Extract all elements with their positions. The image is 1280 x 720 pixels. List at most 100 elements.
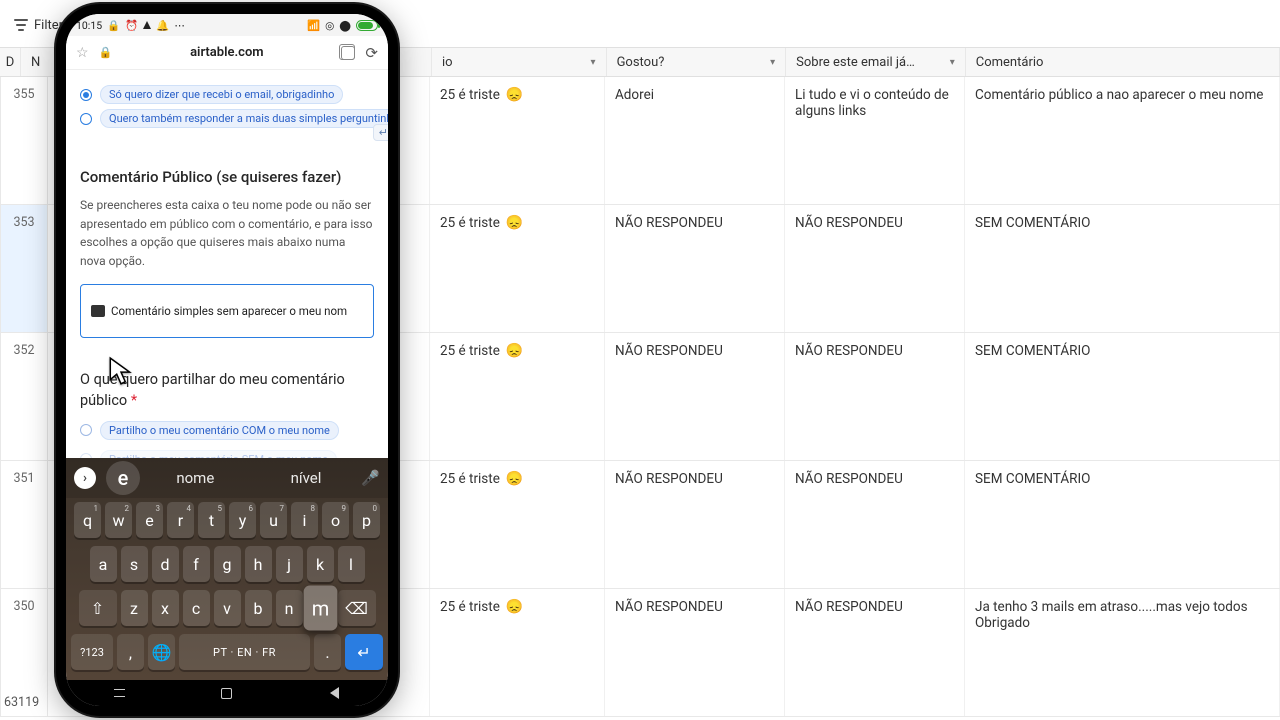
key-space[interactable]: PT · EN · FR — [179, 634, 310, 670]
key-l[interactable]: l — [338, 546, 365, 582]
suggestion-primary[interactable]: e — [106, 461, 140, 495]
keyboard-row-1: q1w2e3r4t5y6u7i8o9p0 — [66, 498, 388, 542]
radio-checked-icon — [80, 89, 92, 101]
key-enter[interactable]: ↵ — [345, 634, 383, 670]
cell-comentario: Comentário público a nao aparecer o meu … — [965, 77, 1280, 204]
col-io[interactable]: io▾ — [432, 48, 607, 76]
key-a[interactable]: a — [90, 546, 117, 582]
option-label: Partilho o meu comentário COM o meu nome — [100, 421, 339, 440]
key-k[interactable]: k — [307, 546, 334, 582]
expand-icon[interactable]: › — [74, 467, 96, 489]
bell-icon: 🔔 — [156, 19, 169, 32]
key-m[interactable]: m — [303, 586, 337, 631]
section-helptext: Se preencheres esta caixa o teu nome pod… — [80, 196, 374, 270]
enter-hint-icon: ↵ — [373, 124, 388, 141]
row-number: 352 — [0, 333, 48, 460]
key-c[interactable]: c — [183, 590, 210, 626]
key-u[interactable]: u7 — [260, 502, 287, 538]
nav-home-icon[interactable] — [218, 687, 236, 699]
key-f[interactable]: f — [183, 546, 210, 582]
suggestion-word[interactable]: nível — [251, 469, 362, 487]
key-z[interactable]: z — [121, 590, 148, 626]
chevron-down-icon: ▾ — [950, 57, 955, 68]
nav-recent-icon[interactable] — [111, 687, 129, 699]
option-label: Partilho o meu comentário SEM o meu nome — [100, 450, 337, 458]
key-s[interactable]: s — [121, 546, 148, 582]
cell-gostou: NÃO RESPONDEU — [605, 205, 785, 332]
col-comentario[interactable]: Comentário — [966, 48, 1280, 76]
radio-option-2[interactable]: Quero também responder a mais duas simpl… — [80, 109, 374, 128]
nav-back-icon[interactable] — [325, 687, 343, 699]
cell-gostou: NÃO RESPONDEU — [605, 589, 785, 716]
cell-io: 25 é triste😞 — [430, 333, 605, 460]
option-label: Só quero dizer que recebi o email, obrig… — [100, 85, 343, 104]
key-g[interactable]: g — [214, 546, 241, 582]
nfc-icon: ◎ — [325, 19, 334, 32]
tabs-icon[interactable] — [341, 46, 355, 60]
key-w[interactable]: w2 — [105, 502, 132, 538]
sad-emoji-icon: 😞 — [506, 343, 523, 359]
share-option-1[interactable]: Partilho o meu comentário COM o meu nome — [80, 421, 374, 440]
option-label: Quero também responder a mais duas simpl… — [100, 109, 388, 128]
key-n[interactable]: n — [276, 590, 303, 626]
key-q[interactable]: q1 — [74, 502, 101, 538]
key-t[interactable]: t5 — [198, 502, 225, 538]
key-backspace[interactable]: ⌫ — [338, 590, 376, 626]
section-heading: Comentário Público (se quiseres fazer) — [80, 168, 374, 186]
key-y[interactable]: y6 — [229, 502, 256, 538]
cell-sobre: NÃO RESPONDEU — [785, 333, 965, 460]
cell-sobre: NÃO RESPONDEU — [785, 589, 965, 716]
key-e[interactable]: e3 — [136, 502, 163, 538]
row-number: 353 — [0, 205, 48, 332]
key-h[interactable]: h — [245, 546, 272, 582]
globe-icon[interactable]: 🌐 — [148, 634, 175, 670]
cell-sobre: NÃO RESPONDEU — [785, 461, 965, 588]
key-d[interactable]: d — [152, 546, 179, 582]
keyboard-icon — [91, 305, 105, 317]
mic-icon[interactable]: 🎤 — [361, 469, 380, 487]
key-j[interactable]: j — [276, 546, 303, 582]
row-number: 355 — [0, 77, 48, 204]
cell-comentario: SEM COMENTÁRIO — [965, 461, 1280, 588]
key-comma[interactable]: , — [117, 634, 144, 670]
radio-option-1[interactable]: Só quero dizer que recebi o email, obrig… — [80, 85, 374, 104]
android-navbar — [66, 680, 388, 706]
key-shift[interactable]: ⇧ — [79, 590, 117, 626]
col-sobre[interactable]: Sobre este email já…▾ — [786, 48, 966, 76]
radio-unchecked-icon — [80, 424, 92, 436]
sad-emoji-icon: 😞 — [506, 215, 523, 231]
cell-io: 25 é triste😞 — [430, 205, 605, 332]
key-v[interactable]: v — [214, 590, 241, 626]
cell-io: 25 é triste😞 — [430, 589, 605, 716]
airtable-form: Só quero dizer que recebi o email, obrig… — [66, 70, 388, 458]
keyboard-suggestions: › e nome nível 🎤 — [66, 458, 388, 498]
key-r[interactable]: r4 — [167, 502, 194, 538]
keyboard-row-2: asdfghjkl — [66, 542, 388, 586]
wifi-icon: ⬤ — [339, 19, 351, 32]
comment-textbox[interactable] — [80, 284, 374, 338]
sad-emoji-icon: 😞 — [506, 599, 523, 615]
key-numlock[interactable]: ?123 — [71, 634, 113, 670]
cell-gostou: NÃO RESPONDEU — [605, 333, 785, 460]
reload-icon[interactable]: ⟳ — [365, 44, 378, 62]
required-asterisk: * — [131, 392, 137, 409]
key-x[interactable]: x — [152, 590, 179, 626]
key-o[interactable]: o9 — [322, 502, 349, 538]
comment-input[interactable] — [111, 304, 363, 318]
col-gostou[interactable]: Gostou?▾ — [607, 48, 787, 76]
bookmark-icon[interactable]: ☆ — [76, 45, 89, 61]
sad-emoji-icon: 😞 — [506, 471, 523, 487]
cell-gostou: NÃO RESPONDEU — [605, 461, 785, 588]
key-i[interactable]: i8 — [291, 502, 318, 538]
suggestion-word[interactable]: nome — [140, 469, 251, 487]
share-option-2[interactable]: Partilho o meu comentário SEM o meu nome — [80, 450, 374, 458]
browser-url-bar[interactable]: ☆ 🔒 airtable.com ⟳ — [66, 36, 388, 70]
filter-button[interactable]: Filter — [14, 18, 63, 33]
key-b[interactable]: b — [245, 590, 272, 626]
key-period[interactable]: . — [314, 634, 341, 670]
battery-icon — [356, 20, 378, 31]
cell-comentario: SEM COMENTÁRIO — [965, 333, 1280, 460]
col-d[interactable]: D — [0, 48, 21, 76]
key-p[interactable]: p0 — [353, 502, 380, 538]
filter-icon — [14, 19, 28, 33]
